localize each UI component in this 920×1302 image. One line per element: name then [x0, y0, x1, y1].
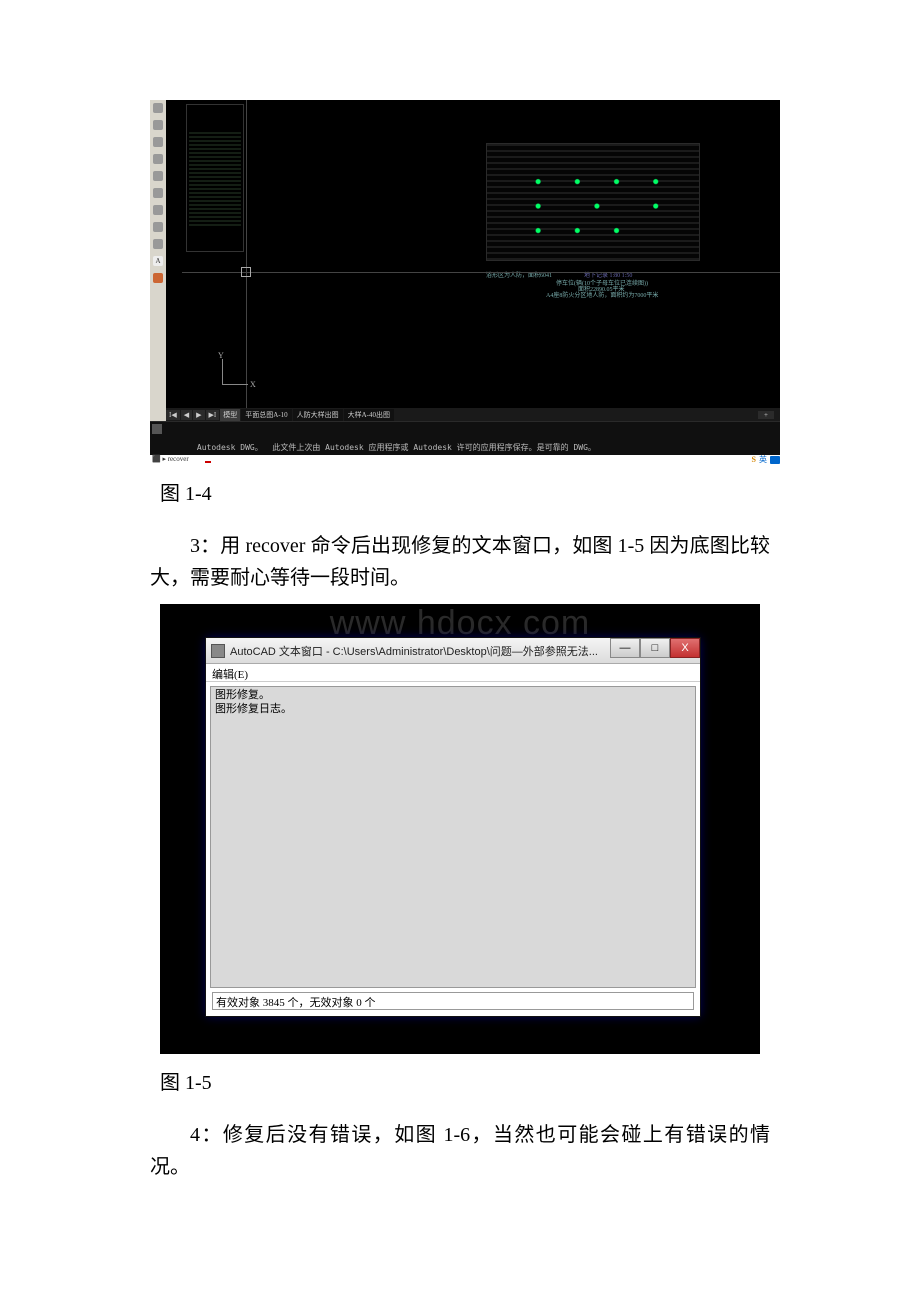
layout-tab-bar: I◀ ◀ ▶ ▶I 模型 平面总图A-10 人防大样出图 大样A-40出图 + — [166, 408, 780, 421]
figure-caption-2: 图 1-5 — [160, 1066, 770, 1095]
tab-nav-last[interactable]: ▶I — [206, 410, 220, 420]
plan-note-3: A4座8防火分区地人防，面积约为7000平米 — [546, 290, 658, 299]
autocad-textwindow-screenshot: www hdocx com AutoCAD 文本窗口 - C:\Users\Ad… — [160, 604, 760, 1054]
tab-layout-3[interactable]: 大样A-40出图 — [344, 409, 394, 421]
command-panel: Autodesk DWG。 此文件上次由 Autodesk 应用程序或 Auto… — [150, 421, 780, 455]
ucs-x-label: X — [250, 380, 256, 389]
close-button[interactable]: X — [670, 638, 700, 658]
tab-nav-first[interactable]: I◀ — [166, 410, 180, 420]
title-bar: AutoCAD 文本窗口 - C:\Users\Administrator\De… — [206, 638, 700, 664]
tool-icon[interactable] — [153, 137, 163, 147]
ime-box-icon — [770, 456, 780, 464]
paragraph-4: 4：修复后没有错误，如图 1-6，当然也可能会碰上有错误的情况。 — [150, 1119, 770, 1183]
cursor-pickbox — [241, 267, 251, 277]
output-line-1: 图形修复。 — [215, 689, 691, 703]
command-input[interactable]: ⬛ ▸ recover S 英 — [150, 455, 780, 465]
output-line-2: 图形修复日志。 — [215, 703, 691, 717]
crosshair-horizontal — [182, 272, 780, 273]
tool-icon[interactable] — [153, 120, 163, 130]
app-icon — [211, 644, 225, 658]
thumbnail-view — [186, 104, 244, 252]
ime-s-icon: S — [752, 455, 756, 464]
ime-lang: 英 — [759, 454, 767, 465]
tool-icon[interactable] — [153, 103, 163, 113]
maximize-button[interactable]: □ — [640, 638, 670, 658]
menu-edit[interactable]: 编辑(E) — [206, 664, 700, 682]
command-input-text: ⬛ ▸ recover — [152, 455, 189, 463]
tab-model[interactable]: 模型 — [220, 409, 240, 421]
tool-icon[interactable] — [153, 188, 163, 198]
text-output-area[interactable]: 图形修复。 图形修复日志。 — [210, 686, 696, 988]
tool-icon[interactable] — [153, 239, 163, 249]
tool-icon[interactable] — [153, 222, 163, 232]
tab-layout-1[interactable]: 平面总图A-10 — [241, 409, 291, 421]
tool-icon[interactable]: A — [153, 256, 163, 266]
figure-caption-1: 图 1-4 — [160, 477, 770, 506]
ucs-y-label: Y — [218, 351, 224, 360]
tab-nav-next[interactable]: ▶ — [193, 410, 204, 420]
left-toolbar: A — [150, 100, 166, 425]
tool-icon[interactable] — [153, 205, 163, 215]
command-cursor — [205, 455, 211, 463]
command-close-icon[interactable] — [152, 424, 162, 434]
text-window: AutoCAD 文本窗口 - C:\Users\Administrator\De… — [206, 638, 700, 1016]
tool-icon[interactable] — [153, 273, 163, 283]
floor-plan: 浴形区为人防，面积6041 地下记录 1:80 1:50 停车位(辆(10个子母… — [426, 103, 706, 303]
tab-nav-prev[interactable]: ◀ — [181, 410, 192, 420]
ime-indicator: S 英 — [752, 454, 780, 465]
autocad-main-screenshot: A 浴形区为人防，面积6041 地下记录 1:80 1:50 停车位(辆(10个… — [150, 100, 780, 465]
tab-layout-2[interactable]: 人防大样出图 — [293, 409, 343, 421]
minimize-button[interactable]: — — [610, 638, 640, 658]
paragraph-3: 3：用 recover 命令后出现修复的文本窗口，如图 1-5 因为底图比较大，… — [150, 530, 770, 594]
status-line[interactable]: 有效对象 3845 个，无效对象 0 个 — [212, 992, 694, 1010]
tab-add[interactable]: + — [758, 411, 774, 419]
drawing-canvas[interactable]: 浴形区为人防，面积6041 地下记录 1:80 1:50 停车位(辆(10个子母… — [166, 100, 780, 415]
ucs-icon: X Y — [214, 353, 254, 393]
window-title: AutoCAD 文本窗口 - C:\Users\Administrator\De… — [230, 643, 598, 659]
tool-icon[interactable] — [153, 154, 163, 164]
command-line-1: Autodesk DWG。 此文件上次由 Autodesk 应用程序或 Auto… — [197, 443, 596, 452]
tool-icon[interactable] — [153, 171, 163, 181]
